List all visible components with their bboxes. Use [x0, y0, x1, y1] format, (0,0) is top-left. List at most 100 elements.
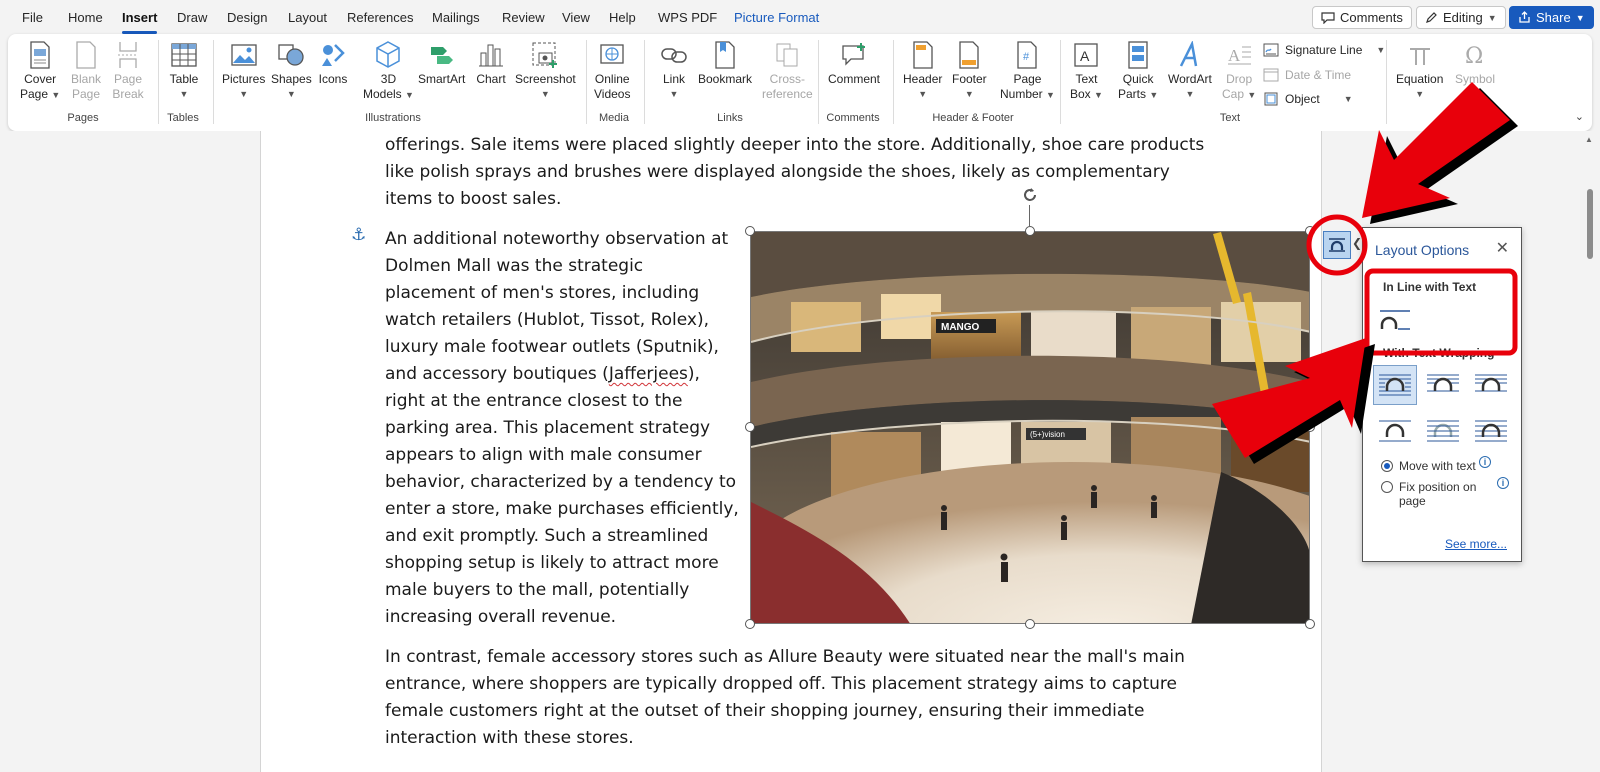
resize-handle-left[interactable] — [745, 422, 755, 432]
quick-parts-button[interactable]: Quick Parts ▼ — [1118, 38, 1158, 103]
wrap-behind-text-option[interactable] — [1421, 410, 1465, 450]
tab-references[interactable]: References — [347, 10, 413, 25]
cross-reference-icon — [771, 38, 803, 72]
new-comment-button[interactable]: Comment — [828, 38, 880, 87]
paragraph-3[interactable]: In contrast, female accessory stores suc… — [385, 644, 1185, 752]
blank-page-button[interactable]: Blank Page — [70, 38, 102, 102]
scroll-up-icon[interactable]: ▲ — [1585, 135, 1593, 144]
signature-line-button[interactable]: Signature Line ▼ — [1263, 42, 1385, 58]
group-separator — [893, 40, 894, 124]
smartart-button[interactable]: SmartArt — [418, 38, 465, 87]
wrap-top-bottom-option[interactable] — [1373, 410, 1417, 450]
resize-handle-top-right[interactable] — [1305, 226, 1315, 236]
radio-unselected[interactable] — [1381, 481, 1393, 493]
rotate-handle-icon[interactable] — [1020, 185, 1040, 205]
tab-layout[interactable]: Layout — [288, 10, 327, 25]
paragraph-2[interactable]: An additional noteworthy observation at … — [385, 226, 739, 631]
wrap-through-option[interactable] — [1469, 365, 1513, 405]
wrap-tight-option[interactable] — [1421, 365, 1465, 405]
header-button[interactable]: Header ▼ — [903, 38, 942, 102]
comments-button[interactable]: Comments — [1312, 6, 1412, 29]
wordart-icon — [1174, 38, 1206, 72]
scrollbar-thumb[interactable] — [1587, 189, 1593, 259]
wrap-square-option[interactable] — [1373, 365, 1417, 405]
tab-design[interactable]: Design — [227, 10, 267, 25]
footer-icon — [953, 38, 985, 72]
resize-handle-bottom-right[interactable] — [1305, 619, 1315, 629]
resize-handle-bottom[interactable] — [1025, 619, 1035, 629]
chart-button[interactable]: Chart — [475, 38, 507, 87]
table-button[interactable]: Table ▼ — [168, 38, 200, 102]
tab-insert[interactable]: Insert — [122, 10, 158, 34]
share-button[interactable]: Share ▼ — [1509, 6, 1594, 29]
online-videos-button[interactable]: Online Videos — [594, 38, 630, 102]
tab-draw[interactable]: Draw — [177, 10, 207, 25]
layout-options-panel: Layout Options ✕ In Line with Text With … — [1362, 227, 1522, 562]
cross-reference-button[interactable]: Cross- reference — [762, 38, 813, 102]
panel-pointer-chevron-icon: ❮ — [1352, 236, 1363, 250]
group-label-illustrations: Illustrations — [365, 112, 421, 124]
layout-options-button[interactable] — [1323, 231, 1351, 259]
3d-models-button[interactable]: 3D Models ▼ — [363, 38, 414, 103]
info-icon[interactable]: i — [1479, 456, 1491, 468]
info-icon[interactable]: i — [1497, 477, 1509, 489]
group-separator — [213, 40, 214, 124]
rotate-handle-stem — [1029, 205, 1030, 227]
tab-review[interactable]: Review — [502, 10, 545, 25]
group-separator — [586, 40, 587, 124]
page-number-icon: # — [1011, 38, 1043, 72]
wordart-button[interactable]: WordArt ▼ — [1168, 38, 1212, 102]
tab-picture-format[interactable]: Picture Format — [734, 10, 819, 25]
page-number-button[interactable]: # Page Number ▼ — [1000, 38, 1055, 103]
tab-wps-pdf[interactable]: WPS PDF — [658, 10, 717, 25]
wrap-in-front-option[interactable] — [1469, 410, 1513, 450]
cover-page-button[interactable]: Cover Page ▼ — [20, 38, 60, 103]
page-break-button[interactable]: Page Break — [112, 38, 144, 102]
vertical-scrollbar[interactable]: ▲ — [1582, 131, 1598, 772]
page-break-icon — [112, 38, 144, 72]
resize-handle-top[interactable] — [1025, 226, 1035, 236]
table-icon — [168, 38, 200, 72]
object-button[interactable]: Object ▼ — [1263, 91, 1353, 107]
tab-help[interactable]: Help — [609, 10, 636, 25]
tab-mailings[interactable]: Mailings — [432, 10, 480, 25]
spelling-error-word[interactable]: Jafferjees — [609, 364, 688, 384]
equation-button[interactable]: Equation ▼ — [1396, 38, 1443, 102]
cover-page-icon — [24, 38, 56, 72]
anchor-icon[interactable]: ⚓ — [351, 225, 366, 245]
group-label-pages: Pages — [67, 112, 99, 124]
quick-parts-icon — [1122, 38, 1154, 72]
symbol-button[interactable]: Ω Symbol — [1455, 38, 1495, 87]
footer-button[interactable]: Footer ▼ — [952, 38, 987, 102]
tab-view[interactable]: View — [562, 10, 590, 25]
mall-interior-photo[interactable]: MANGO (5+)vision — [750, 231, 1310, 624]
date-time-button[interactable]: Date & Time — [1263, 67, 1351, 83]
link-button[interactable]: Link ▼ — [658, 38, 690, 102]
wrap-inline-with-text-option[interactable] — [1373, 300, 1417, 340]
resize-handle-right[interactable] — [1305, 422, 1315, 432]
text-box-button[interactable]: A Text Box ▼ — [1070, 38, 1103, 103]
close-icon[interactable]: ✕ — [1496, 238, 1509, 258]
resize-handle-top-left[interactable] — [745, 226, 755, 236]
chart-icon — [475, 38, 507, 72]
tab-file[interactable]: File — [22, 10, 43, 25]
fix-position-radio[interactable]: Fix position on page — [1381, 480, 1511, 508]
group-separator — [818, 40, 819, 124]
editing-mode-button[interactable]: Editing ▼ — [1416, 6, 1506, 29]
paragraph-1[interactable]: offerings. Sale items were placed slight… — [385, 132, 1204, 213]
smartart-icon — [426, 38, 458, 72]
bookmark-button[interactable]: Bookmark — [698, 38, 752, 87]
layout-inline-icon — [1329, 238, 1345, 252]
screenshot-button[interactable]: Screenshot ▼ — [515, 38, 576, 102]
collapse-ribbon-chevron-icon[interactable]: ⌄ — [1575, 110, 1584, 123]
drop-cap-button[interactable]: A Drop Cap ▼ — [1222, 38, 1256, 103]
see-more-link[interactable]: See more... — [1445, 537, 1507, 551]
shapes-button[interactable]: Shapes ▼ — [271, 38, 312, 102]
resize-handle-bottom-left[interactable] — [745, 619, 755, 629]
move-with-text-radio[interactable]: Move with text — [1381, 459, 1511, 473]
tab-home[interactable]: Home — [68, 10, 103, 25]
pictures-button[interactable]: Pictures ▼ — [222, 38, 265, 102]
radio-selected[interactable] — [1381, 460, 1393, 472]
cube-icon — [372, 38, 404, 72]
icons-button[interactable]: Icons — [317, 38, 349, 87]
